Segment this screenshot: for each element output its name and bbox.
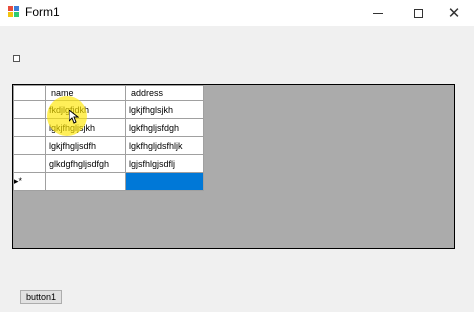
table-row: fkdjlgfjdkh lgkjfhglsjkh xyxy=(13,100,204,119)
address-cell[interactable]: lgkjfhglsjkh xyxy=(125,100,204,119)
name-cell[interactable]: lgkjfhgljsdfh xyxy=(45,136,126,155)
maximize-button[interactable] xyxy=(398,0,438,26)
new-row-name-cell[interactable] xyxy=(45,172,126,191)
close-button[interactable]: ✕ xyxy=(434,0,474,26)
address-cell[interactable]: lgkfhgljsfdgh xyxy=(125,118,204,137)
new-row-marker[interactable]: ▸* xyxy=(13,172,46,191)
small-control[interactable] xyxy=(13,55,20,62)
button1[interactable]: button1 xyxy=(20,290,62,304)
new-row: ▸* xyxy=(13,172,204,191)
grid-table: name address fkdjlgfjdkh lgkjfhglsjkh lg… xyxy=(13,85,204,191)
name-cell[interactable]: lgkjfhgljsjkh xyxy=(45,118,126,137)
address-cell[interactable]: lgkfhgljdsfhljk xyxy=(125,136,204,155)
minimize-icon xyxy=(373,12,383,14)
column-header-address[interactable]: address xyxy=(125,85,204,101)
row-header[interactable] xyxy=(13,118,46,137)
minimize-button[interactable] xyxy=(358,0,398,26)
new-row-address-cell-selected[interactable] xyxy=(125,172,204,191)
table-row: glkdgfhgljsdfgh lgjsfhlgjsdflj xyxy=(13,154,204,173)
data-grid-view[interactable]: name address fkdjlgfjdkh lgkjfhglsjkh lg… xyxy=(12,84,455,249)
window-title: Form1 xyxy=(25,5,60,19)
close-icon: ✕ xyxy=(447,4,461,22)
corner-header-cell[interactable] xyxy=(13,85,46,101)
maximize-icon xyxy=(413,8,423,18)
name-cell[interactable]: glkdgfhgljsdfgh xyxy=(45,154,126,173)
name-cell[interactable]: fkdjlgfjdkh xyxy=(45,100,126,119)
column-header-name[interactable]: name xyxy=(45,85,126,101)
form1-window: Form1 ✕ name address fkdjlgfjdkh lgkjfhg… xyxy=(0,0,474,312)
row-header[interactable] xyxy=(13,100,46,119)
row-header[interactable] xyxy=(13,154,46,173)
row-header[interactable] xyxy=(13,136,46,155)
title-bar[interactable]: Form1 ✕ xyxy=(0,0,474,26)
app-icon xyxy=(8,6,20,18)
address-cell[interactable]: lgjsfhlgjsdflj xyxy=(125,154,204,173)
table-row: lgkjfhgljsdfh lgkfhgljdsfhljk xyxy=(13,136,204,155)
header-row: name address xyxy=(13,85,204,101)
table-row: lgkjfhgljsjkh lgkfhgljsfdgh xyxy=(13,118,204,137)
